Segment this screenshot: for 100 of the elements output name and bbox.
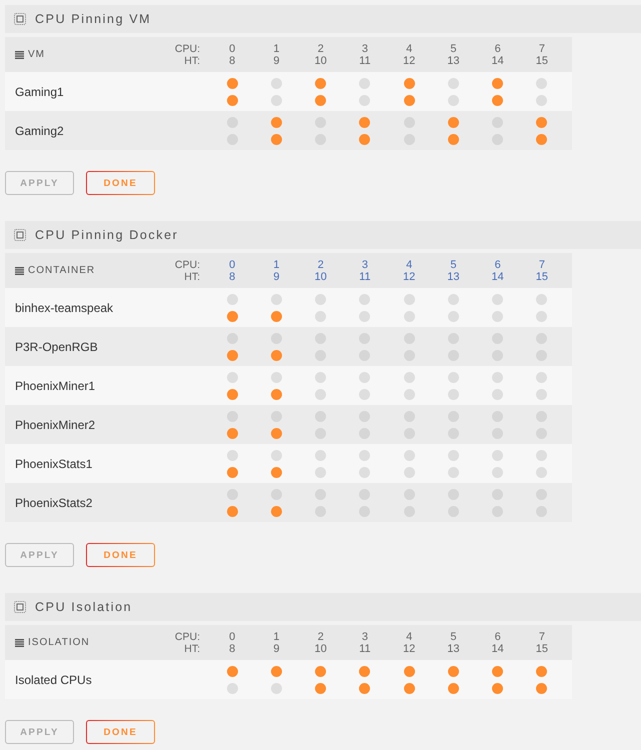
cpu-toggle[interactable] (359, 666, 370, 676)
ht-toggle[interactable] (270, 466, 282, 478)
cpu-toggle[interactable] (448, 372, 459, 382)
ht-toggle[interactable] (448, 134, 459, 144)
ht-toggle[interactable] (359, 134, 370, 144)
ht-toggle[interactable] (315, 94, 326, 106)
ht-toggle[interactable] (315, 388, 326, 400)
cpu-toggle[interactable] (448, 666, 459, 676)
ht-toggle[interactable] (448, 388, 459, 400)
ht-toggle[interactable] (404, 466, 415, 478)
ht-toggle[interactable] (226, 466, 238, 478)
ht-toggle[interactable] (404, 682, 415, 694)
cpu-toggle[interactable] (270, 666, 282, 676)
ht-toggle[interactable] (315, 310, 326, 322)
cpu-toggle[interactable] (404, 450, 415, 460)
cpu-toggle[interactable] (359, 294, 370, 304)
cpu-number-link[interactable]: 6 (494, 258, 501, 270)
ht-toggle[interactable] (270, 350, 282, 360)
cpu-toggle[interactable] (315, 294, 326, 304)
done-button[interactable]: DONE (86, 543, 155, 567)
ht-toggle[interactable] (536, 388, 548, 400)
ht-number-link[interactable]: 9 (273, 270, 280, 282)
ht-toggle[interactable] (226, 428, 238, 438)
cpu-toggle[interactable] (359, 372, 370, 382)
cpu-toggle[interactable] (448, 78, 459, 88)
cpu-toggle[interactable] (492, 666, 504, 676)
cpu-toggle[interactable] (404, 294, 415, 304)
ht-toggle[interactable] (226, 682, 238, 694)
ht-toggle[interactable] (404, 388, 415, 400)
done-button[interactable]: DONE (86, 171, 155, 195)
cpu-toggle[interactable] (536, 372, 548, 382)
ht-toggle[interactable] (492, 310, 504, 322)
cpu-number-link[interactable]: 3 (362, 258, 368, 270)
cpu-toggle[interactable] (315, 666, 326, 676)
ht-toggle[interactable] (270, 388, 282, 400)
ht-toggle[interactable] (492, 466, 504, 478)
ht-toggle[interactable] (226, 506, 238, 516)
cpu-toggle[interactable] (270, 450, 282, 460)
done-button[interactable]: DONE (86, 720, 155, 744)
ht-toggle[interactable] (226, 350, 238, 360)
cpu-toggle[interactable] (448, 450, 459, 460)
ht-number-link[interactable]: 15 (536, 270, 548, 282)
cpu-toggle[interactable] (315, 372, 326, 382)
ht-toggle[interactable] (492, 94, 504, 106)
ht-toggle[interactable] (315, 682, 326, 694)
cpu-toggle[interactable] (404, 78, 415, 88)
ht-toggle[interactable] (536, 466, 548, 478)
ht-toggle[interactable] (492, 388, 504, 400)
ht-toggle[interactable] (270, 310, 282, 322)
cpu-toggle[interactable] (404, 372, 415, 382)
ht-toggle[interactable] (404, 94, 415, 106)
ht-toggle[interactable] (404, 310, 415, 322)
ht-toggle[interactable] (270, 506, 282, 516)
ht-toggle[interactable] (536, 94, 548, 106)
ht-toggle[interactable] (448, 682, 459, 694)
cpu-toggle[interactable] (226, 372, 238, 382)
cpu-number-link[interactable]: 4 (406, 258, 412, 270)
ht-number-link[interactable]: 13 (447, 270, 460, 282)
ht-toggle[interactable] (270, 94, 282, 106)
cpu-toggle[interactable] (226, 294, 238, 304)
cpu-toggle[interactable] (359, 116, 370, 128)
cpu-number-link[interactable]: 5 (450, 258, 456, 270)
cpu-toggle[interactable] (226, 450, 238, 460)
ht-toggle[interactable] (226, 388, 238, 400)
cpu-toggle[interactable] (536, 78, 548, 88)
cpu-toggle[interactable] (226, 666, 238, 676)
ht-toggle[interactable] (226, 94, 238, 106)
cpu-number-link[interactable]: 1 (273, 258, 280, 270)
ht-toggle[interactable] (359, 388, 370, 400)
ht-number-link[interactable]: 14 (492, 270, 504, 282)
ht-toggle[interactable] (270, 428, 282, 438)
ht-toggle[interactable] (492, 682, 504, 694)
cpu-toggle[interactable] (448, 116, 459, 128)
ht-toggle[interactable] (536, 682, 548, 694)
ht-toggle[interactable] (359, 310, 370, 322)
cpu-toggle[interactable] (270, 78, 282, 88)
ht-toggle[interactable] (448, 310, 459, 322)
cpu-toggle[interactable] (492, 372, 504, 382)
ht-number-link[interactable]: 10 (314, 270, 327, 282)
ht-number-link[interactable]: 8 (229, 270, 236, 282)
cpu-toggle[interactable] (492, 78, 504, 88)
ht-number-link[interactable]: 11 (359, 270, 371, 282)
ht-toggle[interactable] (270, 134, 282, 144)
ht-toggle[interactable] (448, 94, 459, 106)
cpu-toggle[interactable] (536, 116, 548, 128)
ht-number-link[interactable]: 12 (403, 270, 416, 282)
cpu-toggle[interactable] (492, 450, 504, 460)
cpu-toggle[interactable] (270, 116, 282, 128)
ht-toggle[interactable] (359, 94, 370, 106)
cpu-toggle[interactable] (404, 666, 415, 676)
cpu-toggle[interactable] (448, 294, 459, 304)
cpu-number-link[interactable]: 2 (318, 258, 324, 270)
ht-toggle[interactable] (226, 310, 238, 322)
ht-toggle[interactable] (536, 310, 548, 322)
cpu-toggle[interactable] (536, 450, 548, 460)
cpu-toggle[interactable] (536, 294, 548, 304)
cpu-toggle[interactable] (315, 78, 326, 88)
ht-toggle[interactable] (315, 466, 326, 478)
cpu-toggle[interactable] (492, 294, 504, 304)
cpu-toggle[interactable] (270, 294, 282, 304)
